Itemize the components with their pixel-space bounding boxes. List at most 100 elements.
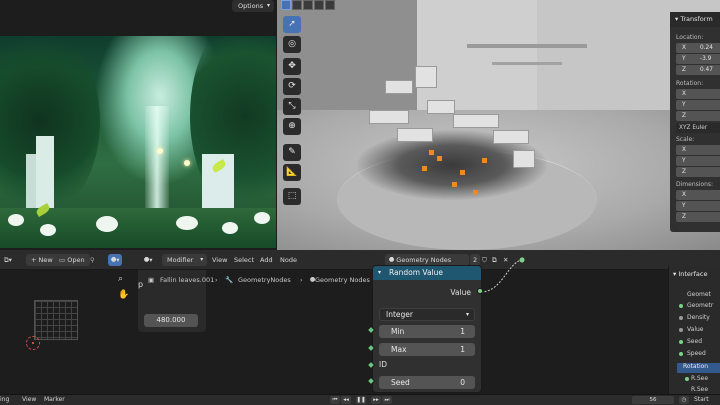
interface-item[interactable]: R.See bbox=[691, 386, 708, 393]
context-dropdown[interactable]: Modifier ▾ bbox=[162, 254, 208, 266]
max-field[interactable]: Max 1 bbox=[379, 343, 475, 356]
dimensions-z-field[interactable]: Z bbox=[676, 212, 720, 222]
interface-header[interactable]: ▾ Interface bbox=[673, 270, 707, 278]
rotation-mode-dropdown[interactable]: XYZ Euler bbox=[676, 123, 720, 133]
min-field[interactable]: Min 1 bbox=[379, 325, 475, 338]
add-cube-tool-button[interactable]: ⬚ bbox=[283, 188, 301, 205]
interface-item[interactable]: Speed bbox=[687, 350, 706, 357]
location-x-field[interactable]: X 0.24 bbox=[676, 43, 720, 53]
axis-label: Y bbox=[682, 158, 686, 164]
open-image-button[interactable]: ▭ Open bbox=[54, 254, 90, 266]
menu-node[interactable]: Node bbox=[280, 254, 297, 266]
timeline-marker-menu[interactable]: Marker bbox=[44, 395, 65, 405]
interface-item[interactable]: Geomet bbox=[687, 291, 711, 298]
breadcrumb-object[interactable]: Fallin leaves.001 bbox=[160, 274, 214, 286]
interface-item[interactable]: Seed bbox=[687, 338, 702, 345]
playback-menu[interactable]: ing bbox=[0, 395, 9, 405]
prev-keyframe-button[interactable]: ◂◂ bbox=[341, 396, 351, 404]
interface-item[interactable]: R.See bbox=[691, 375, 708, 382]
selection-mode-group bbox=[281, 0, 335, 10]
node-editor-type-button[interactable]: ⯃▾ bbox=[108, 254, 123, 266]
pin-icon[interactable]: ⚲ bbox=[90, 254, 95, 266]
viewport-beam bbox=[467, 44, 587, 48]
breadcrumb: ▣ Fallin leaves.001 › 🔧 GeometryNodes › … bbox=[148, 274, 378, 286]
interface-item[interactable]: Density bbox=[687, 314, 710, 321]
jump-start-button[interactable]: ⏮ bbox=[330, 396, 340, 404]
select-subtract-mode-button[interactable] bbox=[303, 0, 313, 10]
timeline-view-menu[interactable]: View bbox=[22, 395, 36, 405]
interface-item[interactable]: Value bbox=[687, 326, 703, 333]
scale-label: Scale: bbox=[676, 136, 695, 143]
options-dropdown[interactable]: Options ▾ bbox=[232, 0, 274, 12]
selected-vertex bbox=[473, 190, 478, 195]
random-value-node[interactable]: ▾ Random Value Value Integer ▾ Min 1 Max… bbox=[372, 265, 482, 393]
scale-x-field[interactable]: X bbox=[676, 145, 720, 155]
measure-tool-button[interactable]: 📐 bbox=[283, 164, 301, 181]
seed-field[interactable]: Seed 0 bbox=[379, 376, 475, 389]
start-frame-label[interactable]: Start bbox=[694, 395, 709, 405]
location-y-field[interactable]: Y -3.9 bbox=[676, 54, 720, 64]
dimensions-x-field[interactable]: X bbox=[676, 190, 720, 200]
editor-type-icon[interactable]: ⧉▾ bbox=[4, 254, 12, 266]
id-input-label: ID bbox=[379, 360, 387, 369]
object-type-icon[interactable]: ⯃▾ bbox=[144, 254, 152, 266]
select-tool-button[interactable]: ➚ bbox=[283, 16, 301, 33]
node-editor-canvas[interactable] bbox=[0, 270, 720, 394]
data-type-dropdown[interactable]: Integer ▾ bbox=[379, 308, 475, 321]
select-invert-mode-button[interactable] bbox=[314, 0, 324, 10]
interface-item[interactable]: Geometr bbox=[687, 302, 713, 309]
interface-title: Interface bbox=[678, 270, 708, 278]
panel-letter: p bbox=[138, 280, 144, 289]
axis-label: Y bbox=[682, 203, 686, 209]
3d-viewport[interactable] bbox=[277, 0, 720, 250]
node-header[interactable]: ▾ Random Value bbox=[373, 266, 481, 280]
clock-icon[interactable]: ◷ bbox=[679, 396, 689, 404]
zoom-icon[interactable]: ⌕ bbox=[118, 274, 123, 284]
value-output-socket[interactable] bbox=[477, 288, 483, 294]
menu-add[interactable]: Add bbox=[260, 254, 273, 266]
new-image-button[interactable]: + New bbox=[26, 254, 58, 266]
rotation-y-field[interactable]: Y bbox=[676, 100, 720, 110]
chevron-down-icon: ▾ bbox=[675, 15, 679, 23]
leaf-card-mesh bbox=[385, 80, 413, 94]
scale-y-field[interactable]: Y bbox=[676, 156, 720, 166]
interface-item-active[interactable]: Rotation bbox=[683, 363, 708, 370]
axis-label: Z bbox=[682, 113, 686, 119]
move-tool-button[interactable]: ✥ bbox=[283, 58, 301, 75]
pencil-icon: ✎ bbox=[288, 147, 296, 157]
cursor-tool-button[interactable]: ◎ bbox=[283, 36, 301, 53]
dimensions-y-field[interactable]: Y bbox=[676, 201, 720, 211]
min-value: 1 bbox=[460, 327, 465, 336]
annotate-tool-button[interactable]: ✎ bbox=[283, 144, 301, 161]
rotation-x-field[interactable]: X bbox=[676, 89, 720, 99]
select-intersect-mode-button[interactable] bbox=[325, 0, 335, 10]
group-input-value[interactable]: 480.000 bbox=[144, 314, 198, 327]
pause-icon: ❚❚ bbox=[356, 397, 366, 403]
select-extend-mode-button[interactable] bbox=[292, 0, 302, 10]
current-frame-field[interactable]: 56 bbox=[632, 396, 674, 404]
breadcrumb-tree[interactable]: Geometry Nodes bbox=[315, 274, 370, 286]
rotate-tool-button[interactable]: ⟳ bbox=[283, 78, 301, 95]
scale-z-field[interactable]: Z bbox=[676, 167, 720, 177]
chevron-right-icon: › bbox=[300, 276, 303, 284]
breadcrumb-modifier[interactable]: GeometryNodes bbox=[238, 274, 291, 286]
select-box-mode-button[interactable] bbox=[281, 0, 291, 10]
ruler-icon: 📐 bbox=[286, 167, 298, 177]
render-flower bbox=[8, 214, 24, 226]
node-title: Random Value bbox=[389, 268, 444, 277]
pause-button[interactable]: ❚❚ bbox=[356, 396, 366, 404]
transform-icon: ⊕ bbox=[288, 121, 296, 131]
menu-view[interactable]: View bbox=[212, 254, 227, 266]
transform-tool-button[interactable]: ⊕ bbox=[283, 118, 301, 135]
jump-end-button[interactable]: ⏭ bbox=[382, 396, 392, 404]
selected-vertex bbox=[437, 156, 442, 161]
jump-start-icon: ⏮ bbox=[332, 397, 338, 403]
menu-select[interactable]: Select bbox=[234, 254, 254, 266]
scale-tool-button[interactable]: ⤡ bbox=[283, 98, 301, 115]
location-z-field[interactable]: Z 0.47 bbox=[676, 65, 720, 75]
rotation-z-field[interactable]: Z bbox=[676, 111, 720, 121]
hand-pan-icon[interactable]: ✋ bbox=[118, 290, 129, 300]
panel-header[interactable]: ▾ Transform bbox=[670, 12, 720, 27]
image-preview-grid bbox=[34, 300, 78, 340]
next-keyframe-button[interactable]: ▸▸ bbox=[371, 396, 381, 404]
